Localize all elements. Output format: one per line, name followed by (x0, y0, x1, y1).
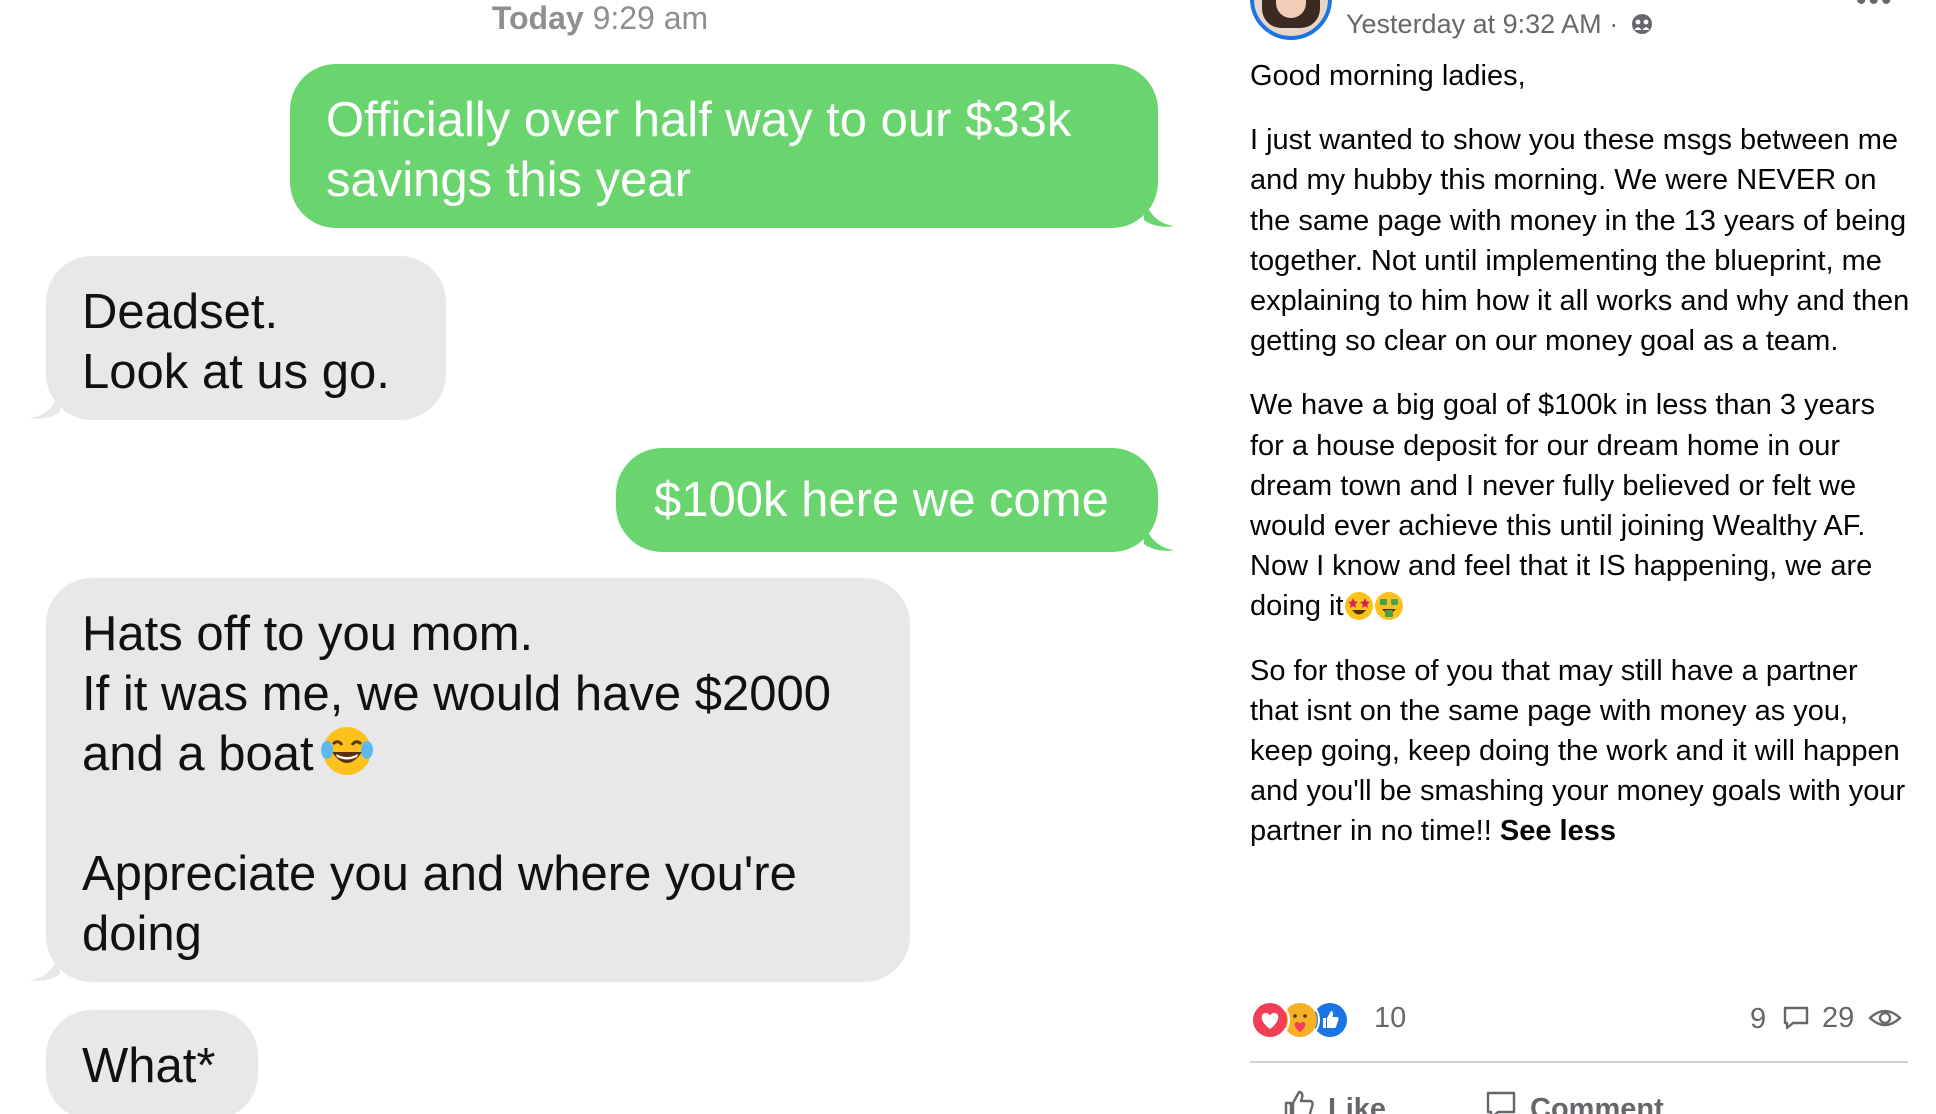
comment-count[interactable]: 9 (1750, 1002, 1812, 1036)
post-meta: Yesterday at 9:32 AM · (1346, 8, 1654, 40)
message-line (82, 784, 910, 844)
eye-icon (1868, 1009, 1903, 1027)
message-line: Deadset. (82, 285, 279, 339)
reactions-row: 10 9 29 (1250, 998, 1926, 1042)
message-bubble-outgoing[interactable]: Officially over half way to our $33k sav… (290, 64, 1174, 228)
group-icon (1631, 14, 1652, 34)
comment-button[interactable]: Comment (1482, 1086, 1664, 1114)
message-line: Appreciate you and where you're (82, 847, 797, 901)
message-line: doing (82, 907, 202, 961)
see-less-link[interactable]: See less (1500, 815, 1616, 847)
like-button[interactable]: Like (1280, 1086, 1386, 1114)
message-bubble-incoming[interactable]: What* (46, 1010, 258, 1114)
bubble-tail (30, 948, 60, 981)
like-label: Like (1328, 1093, 1387, 1114)
view-count[interactable]: 29 (1822, 1002, 1903, 1035)
more-dots-icon[interactable]: ••• (1856, 0, 1894, 18)
message-bubble-incoming[interactable]: Deadset. Look at us go. (30, 256, 446, 420)
post-divider (1250, 1061, 1908, 1063)
meta-separator: · (1609, 9, 1619, 39)
post-timestamp[interactable]: Yesterday at 9:32 AM (1346, 9, 1602, 39)
comment-icon (1486, 1091, 1516, 1114)
message-thread: Today 9:29 am Officially over half way t… (0, 0, 1180, 1114)
message-text: and a boat (82, 727, 314, 781)
bubble-tail (1144, 194, 1174, 227)
star-struck-emoji (1344, 592, 1373, 621)
laughing-tears-emoji (320, 727, 373, 775)
comment-icon (1784, 1006, 1809, 1030)
comment-label: Comment (1530, 1093, 1664, 1114)
message-timestamp: Today 9:29 am (0, 0, 1180, 36)
bubble-tail (1144, 518, 1174, 551)
timestamp-time: 9:29 am (592, 0, 709, 36)
love-icon (1250, 1000, 1290, 1040)
post-paragraph-text: We have a big goal of $100k in less than… (1250, 389, 1875, 623)
bubble-tail (30, 386, 60, 419)
message-line: Officially over half way to our $33k (326, 93, 1072, 147)
post-greeting: Good morning ladies, (1250, 60, 1526, 92)
thumbs-up-icon (1284, 1090, 1314, 1114)
message-line: $100k here we come (654, 473, 1109, 527)
post-paragraph: We have a big goal of $100k in less than… (1250, 385, 1910, 626)
message-line: savings this year (326, 153, 691, 207)
avatar[interactable] (1250, 0, 1332, 40)
view-count-value: 29 (1822, 1002, 1855, 1034)
post-paragraph: I just wanted to show you these msgs bet… (1250, 124, 1910, 358)
message-line: Look at us go. (82, 345, 390, 399)
money-mouth-emoji (1374, 592, 1403, 621)
post-paragraph: So for those of you that may still have … (1250, 651, 1910, 852)
message-bubble-incoming[interactable]: Hats off to you mom. If it was me, we wo… (30, 578, 910, 982)
timestamp-day: Today (491, 0, 584, 36)
reaction-count[interactable]: 10 (1374, 1002, 1406, 1035)
message-line: If it was me, we would have $2000 (82, 667, 832, 721)
post-body: Good morning ladies, I just wanted to sh… (1250, 56, 1910, 876)
message-bubble-outgoing[interactable]: $100k here we come (616, 448, 1174, 552)
message-line: and a boat (82, 724, 910, 784)
message-line: Hats off to you mom. (82, 607, 534, 661)
comment-count-value: 9 (1750, 1003, 1767, 1035)
facebook-post: Yesterday at 9:32 AM · ••• Good morning … (1180, 0, 1936, 1114)
message-line: What* (82, 1039, 216, 1093)
